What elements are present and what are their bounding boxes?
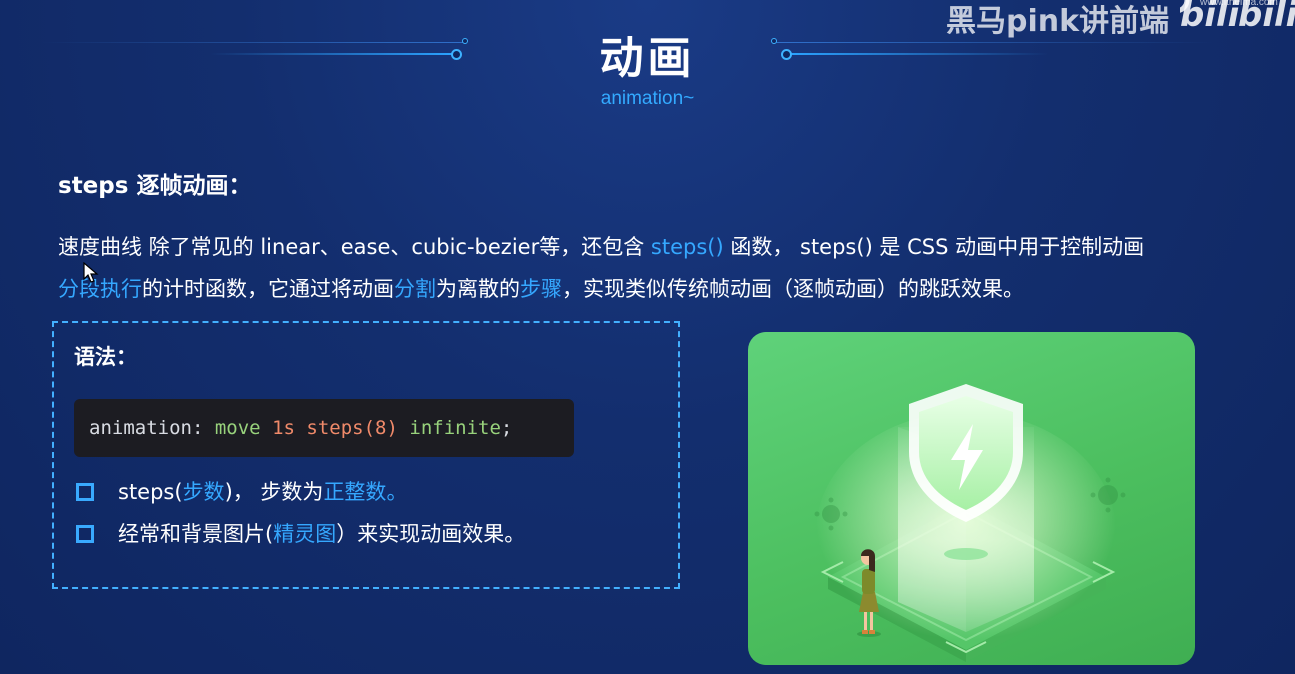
syntax-title: 语法： bbox=[74, 345, 137, 369]
paragraph-highlight: steps() bbox=[650, 235, 724, 259]
bullet-text: 经常和背景图片( bbox=[118, 522, 274, 546]
bullet-highlight: 步数 bbox=[182, 480, 225, 504]
code-duration: 1s bbox=[272, 417, 295, 439]
paragraph-text: 的计时函数，它通过将动画 bbox=[142, 277, 394, 301]
code-iteration: infinite bbox=[409, 417, 501, 439]
shield-scene-icon bbox=[814, 384, 1126, 662]
paragraph-text: ，实现类似传统帧动画（逐帧动画）的跳跃效果。 bbox=[562, 277, 1024, 301]
bullet-item: steps(步数)， 步数为正整数。 bbox=[76, 476, 407, 506]
slide-subtitle: animation~ bbox=[600, 88, 695, 109]
description-paragraph: 速度曲线 除了常见的 linear、ease、cubic-bezier等，还包含… bbox=[58, 226, 1248, 310]
section-heading: steps 逐帧动画： bbox=[58, 173, 252, 199]
code-colon: : bbox=[191, 417, 215, 439]
bullet-highlight: 正整数 bbox=[323, 480, 387, 504]
square-bullet-icon bbox=[76, 483, 94, 501]
paragraph-text: 为离散的 bbox=[436, 277, 520, 301]
code-steps-function: steps(8) bbox=[306, 417, 398, 439]
mouse-cursor-icon bbox=[83, 262, 99, 283]
paragraph-highlight: 步骤 bbox=[520, 277, 562, 301]
paragraph-highlight: 分割 bbox=[394, 277, 436, 301]
code-animation-name: move bbox=[214, 417, 261, 439]
watermark-site: www.itheima.com bbox=[1200, 0, 1278, 8]
bullet-text: 。 bbox=[386, 480, 408, 504]
paragraph-highlight: 分段执行 bbox=[58, 277, 142, 301]
bullet-item: 经常和背景图片(精灵图）来实现动画效果。 bbox=[76, 518, 525, 548]
code-semicolon: ; bbox=[500, 417, 513, 439]
code-property: animation bbox=[89, 417, 192, 439]
syntax-box: 语法： animation: move 1s steps(8) infinite… bbox=[52, 321, 680, 589]
bullet-text: steps( bbox=[118, 480, 183, 504]
bullet-highlight: 精灵图 bbox=[273, 522, 337, 546]
paragraph-text: 函数， steps() 是 CSS 动画中用于控制动画 bbox=[723, 235, 1145, 259]
security-shield-illustration bbox=[748, 332, 1195, 665]
watermark-text: 黑马pink讲前端 bbox=[946, 4, 1170, 39]
code-block: animation: move 1s steps(8) infinite; bbox=[74, 399, 574, 457]
paragraph-text: 速度曲线 除了常见的 linear、ease、cubic-bezier等，还包含 bbox=[58, 235, 651, 259]
bullet-text: ）来实现动画效果。 bbox=[336, 522, 526, 546]
bullet-text: )， 步数为 bbox=[224, 480, 324, 504]
square-bullet-icon bbox=[76, 525, 94, 543]
